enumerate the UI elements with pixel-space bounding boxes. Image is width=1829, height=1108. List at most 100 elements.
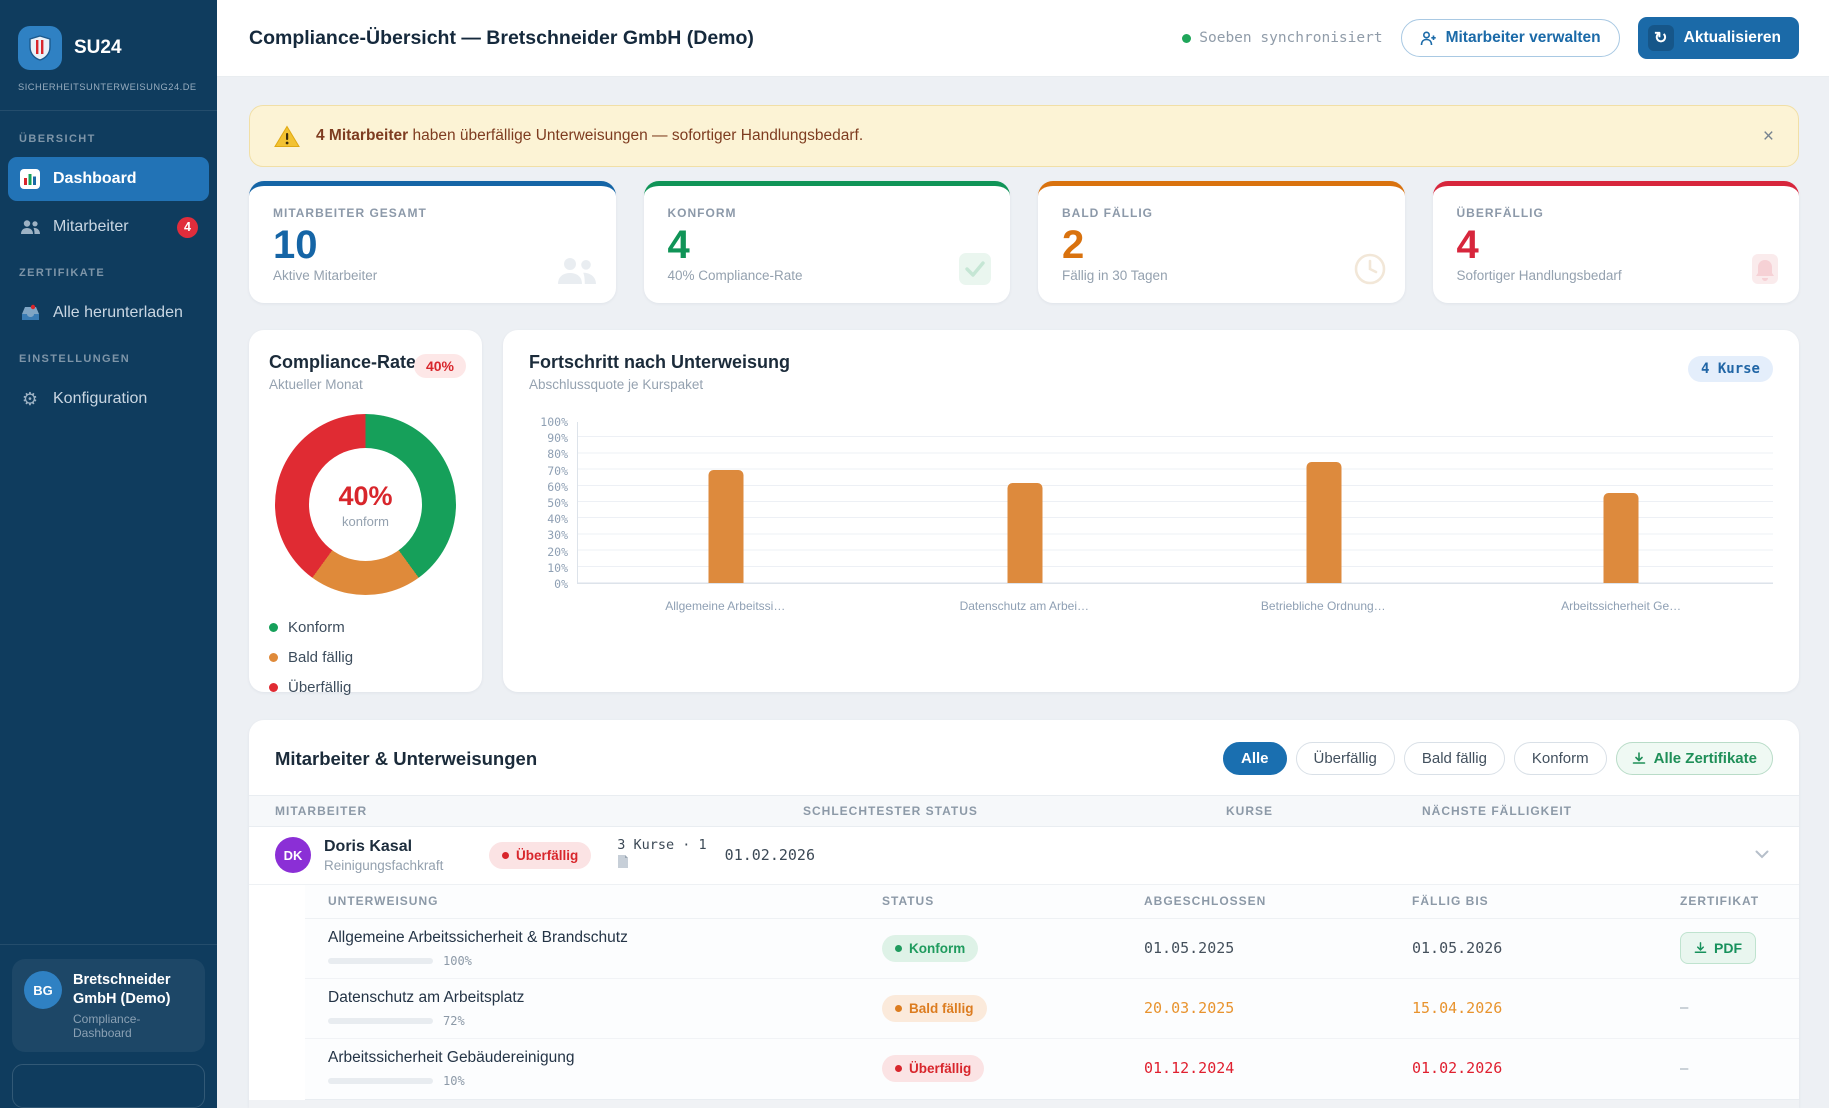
pdf-download-button[interactable]: PDF xyxy=(1680,932,1756,964)
sidebar-item-mitarbeiter[interactable]: Mitarbeiter 4 xyxy=(8,205,209,249)
person-icon xyxy=(1420,31,1437,46)
logo-block: SU24 SICHERHEITSUNTERWEISUNG24.DE xyxy=(0,0,217,92)
sidebar-item-label: Dashboard xyxy=(53,170,137,188)
employees-table-card: Mitarbeiter & Unterweisungen Alle Überfä… xyxy=(249,720,1799,1108)
sidebar-item-label: Alle herunterladen xyxy=(53,304,183,322)
divider xyxy=(0,944,217,945)
sidebar-bottom-button[interactable] xyxy=(12,1064,205,1108)
sidebar-item-dashboard[interactable]: Dashboard xyxy=(8,157,209,201)
stat-card-ueberfaellig: ÜBERFÄLLIG 4 Sofortiger Handlungsbedarf xyxy=(1433,181,1800,303)
filter-ueberfaellig[interactable]: Überfällig xyxy=(1296,742,1395,775)
donut-legend: Konform Bald fällig Überfällig xyxy=(269,619,462,696)
bar-chart: 100%90% 80%70% 60%50% 40%30% 20%10% 0% xyxy=(529,422,1773,591)
inbox-download-icon xyxy=(19,302,41,324)
account-card[interactable]: BG Bretschneider GmbH (Demo) Compliance-… xyxy=(12,959,205,1052)
nav-section-zertifikate: ZERTIFIKATE xyxy=(19,267,217,279)
divider xyxy=(0,110,217,111)
progress-bar xyxy=(328,958,433,964)
rate-badge: 40% xyxy=(414,354,466,378)
donut-chart: 40% konform xyxy=(275,414,456,595)
donut-subtitle: Aktueller Monat xyxy=(269,377,462,392)
legend-item-konform: Konform xyxy=(269,619,462,636)
sidebar-item-konfiguration[interactable]: ⚙ Konfiguration xyxy=(8,377,209,421)
kurse-count-badge: 4 Kurse xyxy=(1688,356,1773,382)
completed-date: 20.03.2025 xyxy=(1144,999,1234,1017)
overdue-alert-banner: 4 Mitarbeiter haben überfällige Unterwei… xyxy=(249,105,1799,167)
page-title: Compliance-Übersicht — Bretschneider Gmb… xyxy=(249,27,754,50)
status-badge: Überfällig xyxy=(882,1055,984,1082)
row-separator xyxy=(249,1100,1799,1108)
sidebar-item-alle-herunterladen[interactable]: Alle herunterladen xyxy=(8,291,209,335)
topbar: Compliance-Übersicht — Bretschneider Gmb… xyxy=(217,0,1829,77)
mitarbeiter-count-badge: 4 xyxy=(177,217,198,238)
sidebar-item-label: Konfiguration xyxy=(53,390,147,408)
employee-role: Reinigungsfachkraft xyxy=(324,858,489,873)
certificate-empty: – xyxy=(1680,1060,1688,1077)
download-icon xyxy=(1632,752,1646,766)
bar xyxy=(1007,483,1042,583)
clock-icon xyxy=(1353,252,1387,291)
certificate-empty: – xyxy=(1680,999,1688,1016)
bar xyxy=(1306,462,1341,583)
y-axis: 100%90% 80%70% 60%50% 40%30% 20%10% 0% xyxy=(529,415,577,591)
filter-konform[interactable]: Konform xyxy=(1514,742,1607,775)
due-date: 01.05.2026 xyxy=(1412,939,1502,957)
progress-bar xyxy=(328,1078,433,1084)
shield-logo-icon xyxy=(18,26,62,70)
legend-dot xyxy=(269,683,278,692)
status-badge: Bald fällig xyxy=(882,995,987,1022)
next-due-date: 01.02.2026 xyxy=(725,846,815,864)
progress-chart-card: Fortschritt nach Unterweisung Abschlussq… xyxy=(503,330,1799,692)
sync-status: Soeben synchronisiert xyxy=(1182,30,1382,46)
completed-date: 01.12.2024 xyxy=(1144,1059,1234,1077)
course-row: Allgemeine Arbeitssicherheit & Brandschu… xyxy=(305,919,1799,979)
status-badge: Überfällig xyxy=(489,842,591,869)
filter-bald-faellig[interactable]: Bald fällig xyxy=(1404,742,1505,775)
avatar: BG xyxy=(24,971,62,1009)
legend-dot xyxy=(269,653,278,662)
completed-date: 01.05.2025 xyxy=(1144,939,1234,957)
warning-icon xyxy=(274,125,300,148)
alert-text: 4 Mitarbeiter haben überfällige Unterwei… xyxy=(316,127,863,145)
download-icon xyxy=(1694,942,1707,955)
course-name: Allgemeine Arbeitssicherheit & Brandschu… xyxy=(328,929,882,947)
nav-section-einstellungen: EINSTELLUNGEN xyxy=(19,353,217,365)
table-row[interactable]: DK Doris Kasal Reinigungsfachkraft Überf… xyxy=(249,827,1799,885)
bar-chart-icon xyxy=(19,168,41,190)
plot-area xyxy=(577,422,1773,584)
course-name: Datenschutz am Arbeitsplatz xyxy=(328,989,882,1007)
bar-chart-title: Fortschritt nach Unterweisung xyxy=(529,352,1773,373)
progress-label: 100% xyxy=(443,954,472,968)
people-icon xyxy=(556,256,598,291)
account-name: Bretschneider GmbH (Demo) xyxy=(73,971,193,1009)
kurse-cell: 3 Kurse · 1 xyxy=(617,836,706,876)
x-axis-labels: Allgemeine Arbeitssi… Datenschutz am Arb… xyxy=(577,591,1773,617)
bar-chart-subtitle: Abschlussquote je Kurspaket xyxy=(529,377,1773,392)
document-icon xyxy=(617,854,629,869)
sync-dot-icon xyxy=(1182,34,1191,43)
alarm-icon xyxy=(1749,252,1781,291)
legend-item-ueberfaellig: Überfällig xyxy=(269,679,462,696)
donut-center: 40% konform xyxy=(309,448,422,561)
course-name: Arbeitssicherheit Gebäudereinigung xyxy=(328,1049,882,1067)
chevron-down-icon[interactable] xyxy=(1755,846,1769,864)
all-certificates-button[interactable]: Alle Zertifikate xyxy=(1616,742,1773,775)
bar xyxy=(709,470,744,583)
people-icon xyxy=(19,216,41,238)
stat-card-bald-faellig: BALD FÄLLIG 2 Fällig in 30 Tagen xyxy=(1038,181,1405,303)
course-row: Arbeitssicherheit Gebäudereinigung 10% Ü… xyxy=(305,1039,1799,1099)
refresh-button[interactable]: ↻ Aktualisieren xyxy=(1638,17,1799,59)
sidebar: SU24 SICHERHEITSUNTERWEISUNG24.DE ÜBERSI… xyxy=(0,0,217,1108)
check-icon xyxy=(958,252,992,291)
gear-icon: ⚙ xyxy=(19,388,41,410)
due-date: 15.04.2026 xyxy=(1412,999,1502,1017)
status-badge: Konform xyxy=(882,935,978,962)
filter-alle[interactable]: Alle xyxy=(1223,742,1287,775)
progress-bar xyxy=(328,1018,433,1024)
close-icon[interactable]: × xyxy=(1763,127,1774,146)
progress-label: 10% xyxy=(443,1074,465,1088)
stat-card-mitarbeiter-gesamt: MITARBEITER GESAMT 10 Aktive Mitarbeiter xyxy=(249,181,616,303)
manage-employees-button[interactable]: Mitarbeiter verwalten xyxy=(1401,19,1620,57)
bar xyxy=(1604,493,1639,583)
account-subtitle: Compliance-Dashboard xyxy=(73,1012,193,1040)
